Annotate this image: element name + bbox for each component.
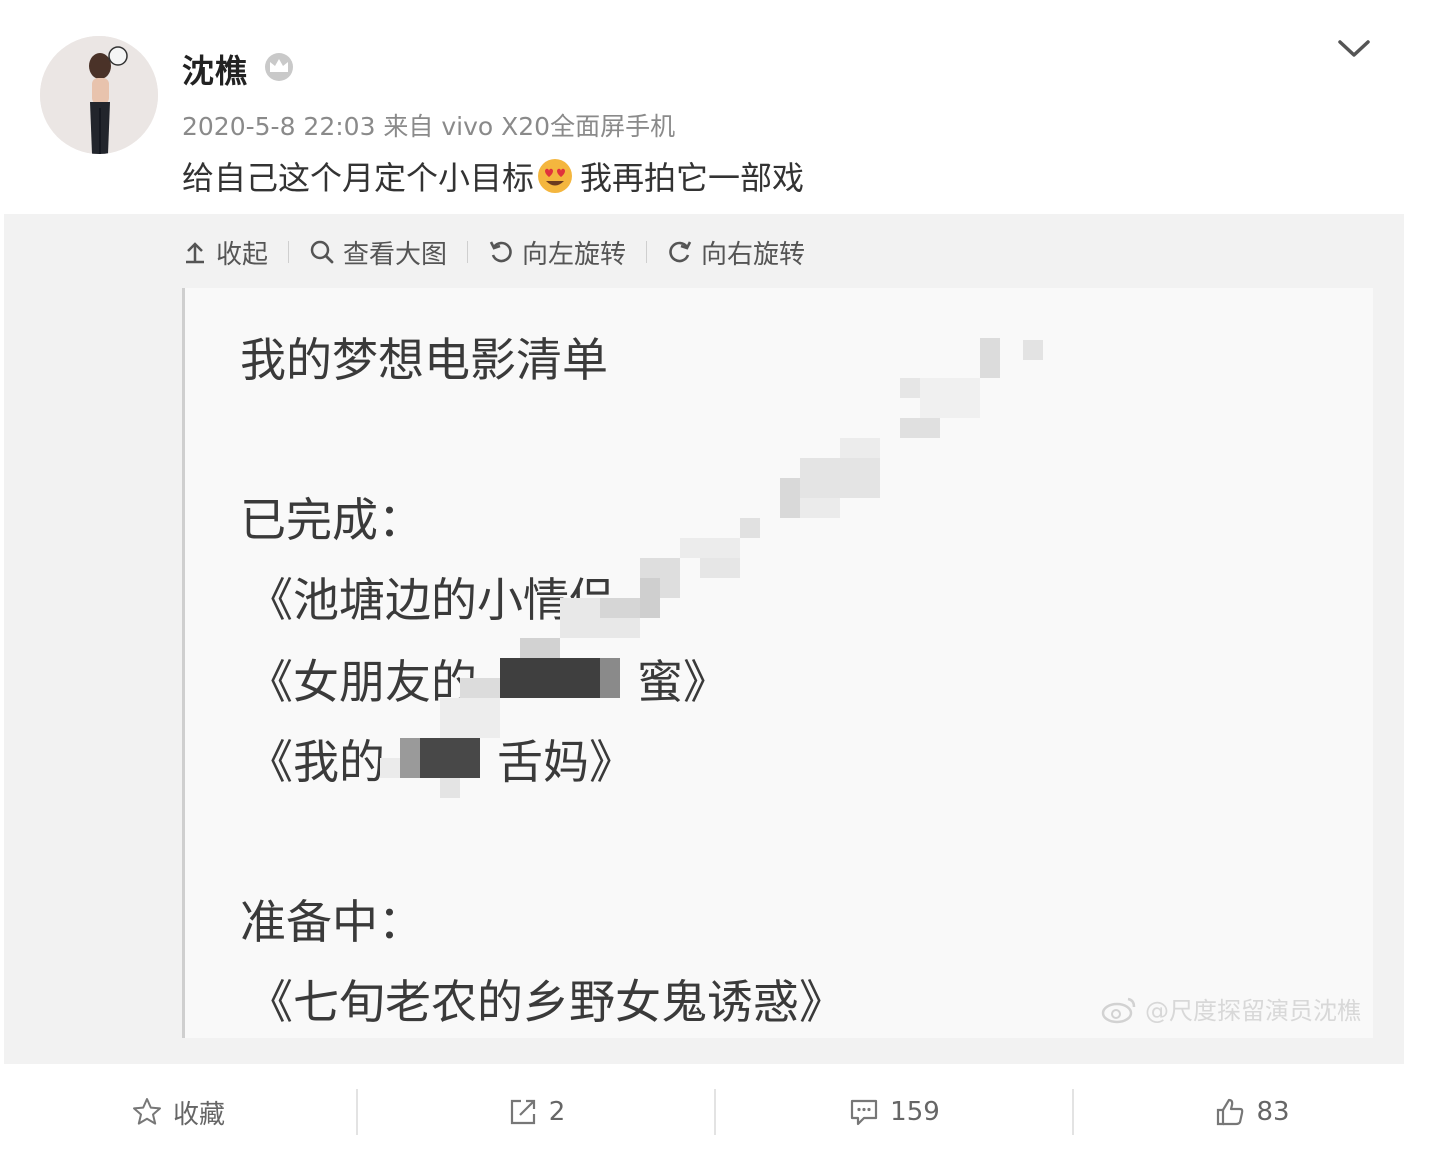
post-image[interactable]: 我的梦想电影清单 已完成： 《池塘边的小情侣 《女朋友的 蜜》 《我的 舌妈》 … xyxy=(182,288,1373,1038)
note-done-item-3b: 舌妈》 xyxy=(497,735,635,789)
username[interactable]: 沈樵 xyxy=(182,46,248,92)
image-toolbar: 收起 查看大图 向左旋转 向右旋转 xyxy=(182,232,805,272)
thumbs-up-icon xyxy=(1217,1098,1244,1126)
search-icon xyxy=(310,240,334,264)
chevron-down-icon[interactable] xyxy=(1334,34,1374,62)
avatar[interactable] xyxy=(40,36,158,154)
toolbar-divider xyxy=(288,241,290,263)
post-text: 给自己这个月定个小目标 我再拍它一部戏 xyxy=(182,153,804,199)
collapse-arrow-icon xyxy=(186,242,204,264)
share-icon xyxy=(510,1099,535,1125)
rotate-right-icon xyxy=(669,241,692,263)
rotate-left-label: 向左旋转 xyxy=(522,239,627,270)
toolbar-divider xyxy=(467,241,469,263)
post-meta: 2020-5-8 22:03 来自 vivo X20全面屏手机 xyxy=(182,112,676,141)
repost-count: 2 xyxy=(548,1097,566,1127)
collapse-button[interactable]: 收起 xyxy=(182,234,268,271)
note-preparing-label: 准备中： xyxy=(240,895,424,949)
watermark-text: @尺度探留演员沈樵 xyxy=(1145,997,1361,1025)
post-text-end: 我再拍它一部戏 xyxy=(580,159,805,197)
note-preparing-item: 《七旬老农的乡野女鬼诱惑》 xyxy=(247,975,845,1029)
toolbar-divider xyxy=(646,241,648,263)
avatar-photo xyxy=(40,36,158,154)
post-text-start: 给自己这个月定个小目标 xyxy=(182,159,535,197)
watermark: @尺度探留演员沈樵 xyxy=(1101,991,1361,1026)
crown-icon xyxy=(265,53,293,81)
comment-icon xyxy=(851,1099,878,1126)
collapse-label: 收起 xyxy=(216,239,269,270)
view-large-button[interactable]: 查看大图 xyxy=(309,234,447,271)
rotate-right-button[interactable]: 向右旋转 xyxy=(667,234,805,271)
note-title: 我的梦想电影清单 xyxy=(240,333,608,387)
view-large-label: 查看大图 xyxy=(343,239,448,270)
like-count: 83 xyxy=(1256,1097,1290,1127)
media-panel: 收起 查看大图 向左旋转 向右旋转 我的梦想电影清单 已完成： 《池塘边的小情侣… xyxy=(4,214,1404,1064)
rotate-left-button[interactable]: 向左旋转 xyxy=(488,234,626,271)
note-done-item-2b: 蜜》 xyxy=(637,655,729,709)
comment-count: 159 xyxy=(890,1097,940,1127)
rotate-left-icon xyxy=(489,241,512,263)
repost-button[interactable]: 2 xyxy=(358,1089,714,1135)
like-button[interactable]: 83 xyxy=(1074,1089,1430,1135)
star-icon xyxy=(132,1098,161,1125)
favorite-label: 收藏 xyxy=(172,1099,225,1130)
comment-button[interactable]: 159 xyxy=(716,1089,1072,1135)
favorite-button[interactable]: 收藏 xyxy=(0,1089,356,1135)
weibo-icon xyxy=(1101,997,1136,1023)
heart-eyes-emoji-icon xyxy=(538,159,573,193)
rotate-right-label: 向右旋转 xyxy=(701,239,806,270)
note-done-item-3a: 《我的 xyxy=(247,735,385,789)
note-done-label: 已完成： xyxy=(240,493,424,547)
action-bar: 收藏 2 159 83 xyxy=(0,1072,1430,1152)
